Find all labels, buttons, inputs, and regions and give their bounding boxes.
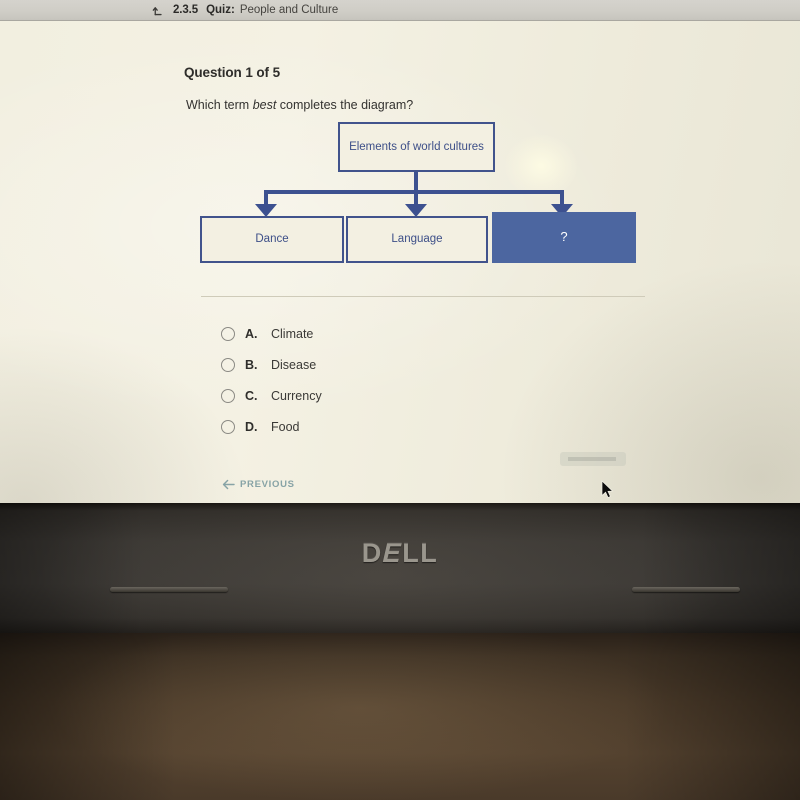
diagram-root-label: Elements of world cultures bbox=[349, 140, 484, 153]
option-text-c: Currency bbox=[271, 388, 322, 403]
diagram-child-label-2: Language bbox=[391, 233, 443, 246]
question-heading: Question 1 of 5 bbox=[184, 65, 281, 80]
diagram-child-box-language: Language bbox=[346, 216, 488, 263]
radio-button-d[interactable] bbox=[221, 419, 235, 434]
radio-button-b[interactable] bbox=[221, 357, 235, 372]
diagram-child-box-unknown: ? bbox=[492, 212, 636, 263]
diagram-child-box-dance: Dance bbox=[200, 216, 344, 263]
option-letter-c: C. bbox=[245, 388, 258, 403]
concept-diagram: Elements of world cultures Dance Languag… bbox=[196, 122, 646, 272]
answer-option-d[interactable]: D. Food bbox=[221, 411, 521, 442]
next-button-washed-out[interactable] bbox=[560, 452, 626, 466]
quiz-code: 2.3.5 bbox=[173, 4, 199, 16]
previous-button[interactable]: PREVIOUS bbox=[222, 479, 295, 490]
laptop-bezel: DELL bbox=[0, 503, 800, 633]
section-divider bbox=[201, 296, 645, 297]
diagram-root-box: Elements of world cultures bbox=[338, 122, 495, 172]
option-letter-d: D. bbox=[245, 419, 258, 434]
diagram-connector-stem bbox=[414, 172, 418, 192]
question-prompt: Which term best completes the diagram? bbox=[186, 98, 413, 112]
mouse-cursor bbox=[601, 480, 614, 499]
radio-button-c[interactable] bbox=[221, 388, 235, 403]
option-text-d: Food bbox=[271, 419, 300, 434]
deck-sheen bbox=[0, 633, 800, 800]
prompt-text-before: Which term bbox=[186, 98, 253, 112]
quiz-label: Quiz: bbox=[206, 4, 235, 16]
option-text-b: Disease bbox=[271, 357, 317, 372]
quiz-title: People and Culture bbox=[239, 4, 339, 16]
dell-logo-ll: LL bbox=[402, 538, 439, 568]
option-letter-b: B. bbox=[245, 357, 258, 372]
hinge-slot-right bbox=[632, 587, 740, 592]
answer-option-c[interactable]: C. Currency bbox=[221, 380, 521, 411]
arrow-left-icon bbox=[222, 479, 235, 490]
laptop-screen: 2.3.5 Quiz: People and Culture Question … bbox=[0, 0, 800, 503]
prompt-text-after: completes the diagram? bbox=[276, 98, 414, 112]
prompt-emphasis: best bbox=[252, 98, 277, 112]
hinge-slot-left bbox=[110, 587, 228, 592]
quiz-header-bar: 2.3.5 Quiz: People and Culture bbox=[0, 0, 800, 21]
return-arrow-icon[interactable] bbox=[152, 4, 165, 17]
answer-options-list: A. Climate B. Disease C. Currency D. Foo… bbox=[221, 318, 521, 442]
answer-option-b[interactable]: B. Disease bbox=[221, 349, 521, 380]
diagram-child-label-1: Dance bbox=[255, 233, 289, 246]
answer-option-a[interactable]: A. Climate bbox=[221, 318, 521, 349]
option-letter-a: A. bbox=[245, 326, 258, 341]
diagram-child-label-3: ? bbox=[560, 229, 568, 245]
option-text-a: Climate bbox=[271, 326, 314, 341]
laptop-keyboard-deck: # 3 $ 4 % 5 ^ 6 & 7 * 8 ( 9 ) 0 bbox=[0, 633, 800, 800]
radio-button-a[interactable] bbox=[221, 326, 235, 341]
previous-button-label: PREVIOUS bbox=[240, 479, 295, 490]
dell-logo: DELL bbox=[0, 538, 800, 569]
